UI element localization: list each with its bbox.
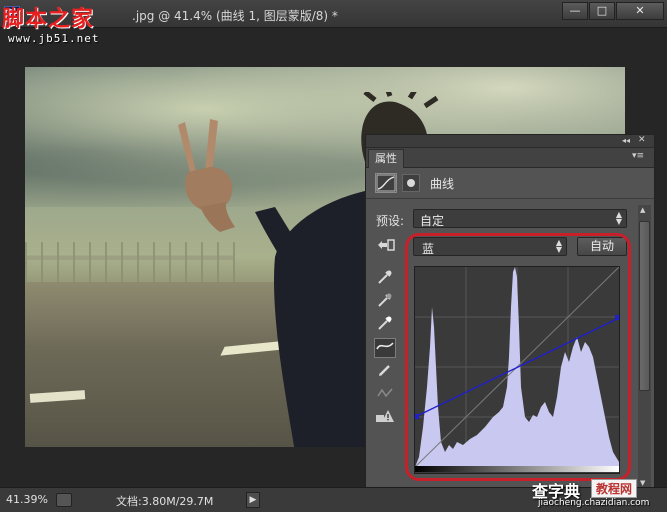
- collapse-panel-button[interactable]: ◂◂: [622, 136, 630, 145]
- preset-label: 预设:: [376, 214, 405, 228]
- panel-header-strip: ◂◂ ✕: [366, 135, 654, 148]
- preset-dropdown[interactable]: 自定 ▲ ▼: [413, 209, 627, 228]
- panel-tab-bar: 属性 ▾≡: [366, 148, 654, 168]
- minimize-button[interactable]: —: [562, 2, 588, 20]
- victory-hand: [178, 119, 235, 232]
- black-point-eyedropper-icon[interactable]: [374, 268, 396, 288]
- scroll-up-icon[interactable]: ▲: [640, 206, 645, 214]
- zoom-level[interactable]: 41.39%: [6, 493, 48, 506]
- watermark-bottom-url: jiaocheng.chazidian.com: [538, 498, 650, 508]
- scrollbar-thumb[interactable]: [639, 221, 650, 391]
- layer-mask-icon[interactable]: [402, 174, 420, 192]
- clipping-warning-icon[interactable]: [374, 407, 396, 427]
- curves-adjustment-icon[interactable]: [375, 173, 397, 193]
- smooth-icon[interactable]: [374, 384, 396, 404]
- tab-properties[interactable]: 属性: [368, 149, 404, 168]
- properties-panel: ◂◂ ✕ 属性 ▾≡ 曲线 预设: 自定 ▲ ▼ 蓝 ▲ ▼ 自动 ▲ ▼: [365, 134, 655, 512]
- status-menu-arrow[interactable]: ▶: [246, 492, 260, 508]
- roadside-fence: [25, 242, 235, 287]
- curve-edit-icon[interactable]: [374, 338, 396, 358]
- preset-value: 自定: [420, 214, 445, 228]
- watermark-bottom-box: 教程网: [591, 479, 638, 498]
- watermark-site-name: 脚本之家: [2, 6, 95, 32]
- panel-menu-icon[interactable]: ▾≡: [632, 151, 644, 161]
- updown-arrows-icon: ▲ ▼: [615, 210, 622, 226]
- scroll-down-icon[interactable]: ▼: [640, 479, 645, 487]
- maximize-button[interactable]: □: [589, 2, 615, 20]
- white-point-eyedropper-icon[interactable]: [374, 314, 396, 334]
- adjustment-title: 曲线: [430, 177, 455, 191]
- gray-point-eyedropper-icon[interactable]: [374, 291, 396, 311]
- document-size: 文档:3.80M/29.7M: [116, 495, 214, 508]
- watermark-site-url: www.jb51.net: [8, 32, 100, 45]
- close-panel-button[interactable]: ✕: [638, 135, 646, 145]
- close-button[interactable]: ✕: [616, 2, 664, 20]
- annotation-highlight-ring: [405, 233, 631, 481]
- pencil-icon[interactable]: [374, 361, 396, 381]
- status-info-icon[interactable]: [56, 493, 72, 507]
- on-image-hand-icon[interactable]: [376, 237, 396, 253]
- title-bar: P .jpg @ 41.4% (曲线 1, 图层蒙版/8) * — □ ✕: [0, 0, 667, 28]
- divider: [366, 198, 654, 199]
